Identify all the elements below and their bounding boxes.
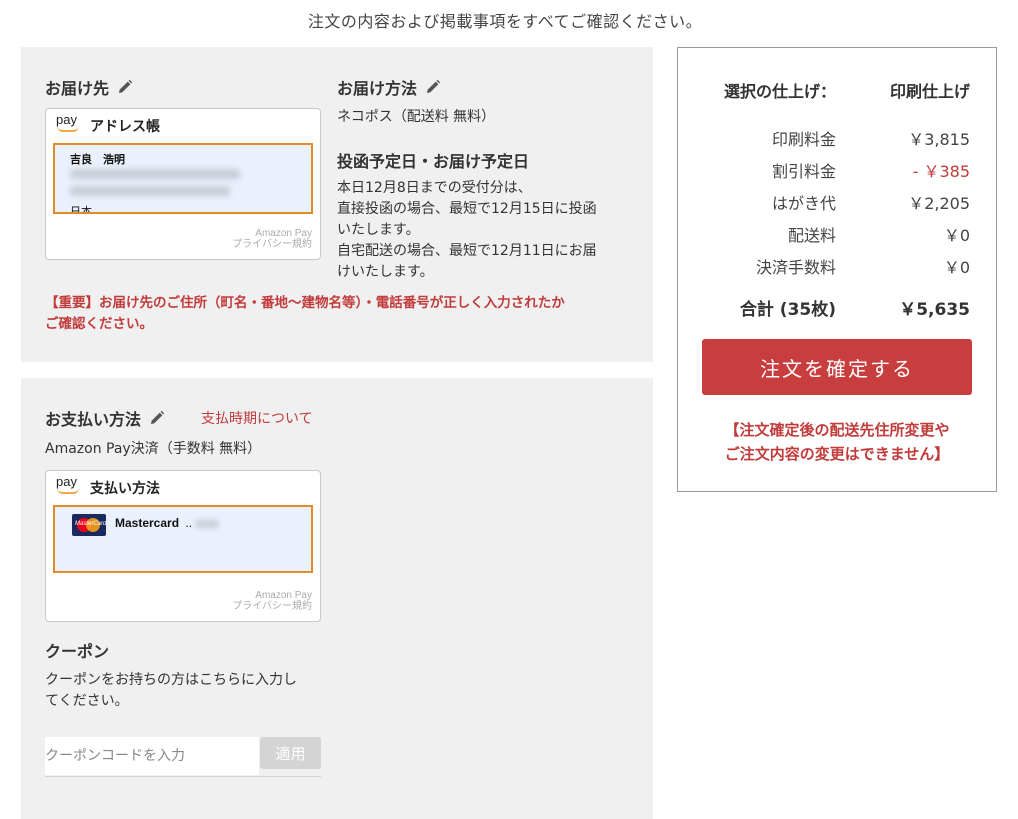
amazon-pay-privacy-link[interactable]: Amazon Pay プライバシー規約	[232, 590, 312, 612]
amazon-pay-footer-brand: Amazon Pay	[255, 590, 312, 601]
coupon-code-input[interactable]	[45, 737, 259, 775]
confirm-note-line-2: ご注文内容の変更はできません】	[724, 445, 950, 463]
summary-row-label: 配送料	[787, 226, 836, 245]
wallet-title: 支払い方法	[90, 481, 160, 497]
schedule-line: 直接投函の場合、最短で12月15日に投函	[337, 201, 597, 217]
order-summary: 選択の仕上げ： 印刷仕上げ 印刷料金 ￥3,815 割引料金 - ￥385 はが…	[677, 47, 997, 492]
payment-panel: お支払い方法 支払時期について Amazon Pay決済（手数料 無料） pay…	[21, 378, 653, 819]
confirm-order-button[interactable]: 注文を確定する	[702, 339, 972, 395]
selected-payment-card[interactable]: MasterCard Mastercard ..	[53, 505, 313, 573]
card-suffix: ..	[185, 516, 193, 530]
amazon-pay-address-widget: pay アドレス帳 吉良 浩明 日本 Amazon Pay プライバシー規約	[45, 108, 321, 260]
edit-method-pencil-icon[interactable]	[425, 79, 441, 95]
amazon-pay-wallet-header: pay 支払い方法	[56, 475, 160, 498]
finish-value: 印刷仕上げ	[889, 82, 970, 101]
blurred-address-line-2	[70, 186, 230, 196]
coupon-form: 適用	[45, 737, 321, 777]
address-book-title: アドレス帳	[90, 119, 160, 135]
payment-method-value: Amazon Pay決済（手数料 無料）	[45, 441, 262, 457]
delivery-address-heading: お届け先	[45, 75, 133, 99]
delivery-address-heading-text: お届け先	[45, 79, 110, 98]
summary-row-value: ￥3,815	[908, 130, 970, 149]
blurred-address-line-1	[70, 169, 240, 179]
delivery-method-value: ネコポス（配送料 無料）	[337, 109, 496, 125]
mastercard-logo-icon: MasterCard	[72, 514, 106, 536]
warning-line-1: 【重要】お届け先のご住所（町名・番地〜建物名等）・電話番号が正しく入力されたか	[45, 295, 565, 311]
amazon-pay-address-header: pay アドレス帳	[56, 113, 160, 136]
edit-address-pencil-icon[interactable]	[117, 79, 133, 95]
delivery-method-heading-text: お届け方法	[337, 79, 418, 98]
summary-row-label: 印刷料金	[771, 130, 836, 149]
page-instruction: 注文の内容および掲載事項をすべてご確認ください。	[307, 12, 703, 31]
blurred-card-number	[195, 520, 219, 528]
recipient-country: 日本	[70, 205, 92, 214]
schedule-line: 本日12月8日までの受付分は、	[337, 180, 532, 196]
coupon-desc-line: てください。	[45, 693, 129, 709]
summary-row-label: はがき代	[771, 194, 836, 213]
payment-timing-link[interactable]: 支払時期について	[201, 408, 313, 428]
coupon-description: クーポンをお持ちの方はこちらに入力し てください。	[45, 670, 335, 712]
total-label: 合計 (35枚)	[739, 300, 836, 320]
mastercard-logo-text: MasterCard	[75, 521, 107, 527]
confirm-note-line-1: 【注文確定後の配送先住所変更や	[724, 421, 950, 439]
coupon-desc-line: クーポンをお持ちの方はこちらに入力し	[45, 672, 297, 688]
delivery-panel: お届け先 pay アドレス帳 吉良 浩明 日本 Amazon Pay プライバシ…	[21, 47, 653, 362]
card-brand-label: Mastercard ..	[115, 516, 192, 530]
amazon-pay-footer-privacy: プライバシー規約	[232, 239, 312, 250]
amazon-pay-footer-privacy: プライバシー規約	[232, 601, 312, 612]
summary-row-value: ￥2,205	[908, 194, 970, 213]
amazon-pay-wallet-widget: pay 支払い方法 MasterCard Mastercard .. Amazo…	[45, 470, 321, 622]
amazon-pay-logo-text: pay	[56, 112, 77, 127]
amazon-pay-footer-brand: Amazon Pay	[255, 228, 312, 239]
delivery-method-heading: お届け方法	[337, 75, 441, 99]
amazon-pay-logo-text: pay	[56, 474, 77, 489]
total-value: ￥5,635	[899, 300, 970, 320]
schedule-line: けいたします。	[337, 264, 434, 280]
summary-row-value: - ￥385	[912, 162, 970, 181]
schedule-line: いたします。	[337, 222, 420, 238]
recipient-name: 吉良 浩明	[70, 153, 125, 166]
payment-method-heading: お支払い方法	[45, 406, 165, 430]
schedule-line: 自宅配送の場合、最短で12月11日にお届	[337, 243, 597, 259]
payment-method-heading-text: お支払い方法	[45, 410, 142, 429]
summary-row-value: ￥0	[943, 258, 970, 277]
amazon-pay-privacy-link[interactable]: Amazon Pay プライバシー規約	[232, 228, 312, 250]
summary-row-label: 決済手数料	[755, 258, 836, 277]
summary-row-label: 割引料金	[771, 162, 836, 181]
coupon-heading: クーポン	[45, 642, 110, 661]
summary-row-value: ￥0	[943, 226, 970, 245]
important-address-warning: 【重要】お届け先のご住所（町名・番地〜建物名等）・電話番号が正しく入力されたか …	[45, 293, 645, 335]
warning-line-2: ご確認ください。	[45, 316, 153, 332]
card-brand: Mastercard	[115, 516, 180, 530]
edit-payment-pencil-icon[interactable]	[149, 410, 165, 426]
selected-address-card[interactable]: 吉良 浩明 日本	[53, 143, 313, 214]
schedule-heading: 投函予定日・お届け予定日	[337, 152, 530, 171]
amazon-pay-logo-icon: pay	[56, 475, 82, 495]
amazon-pay-logo-icon: pay	[56, 113, 82, 133]
coupon-apply-button[interactable]: 適用	[260, 737, 321, 769]
confirm-warning-note: 【注文確定後の配送先住所変更や ご注文内容の変更はできません】	[678, 418, 996, 466]
finish-label: 選択の仕上げ：	[723, 82, 836, 101]
schedule-description: 本日12月8日までの受付分は、 直接投函の場合、最短で12月15日に投函 いたし…	[337, 178, 637, 283]
